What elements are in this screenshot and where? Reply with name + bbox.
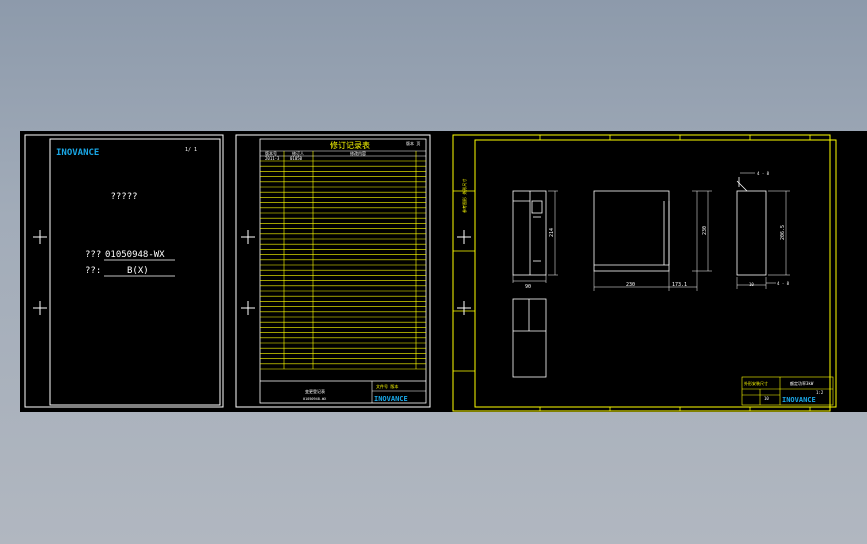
sheet-outline-border-ticks	[453, 135, 811, 411]
revision-title: 修订记录表	[330, 140, 370, 150]
revision-inner-frame	[259, 138, 427, 404]
title-block-right-label: 额定功率3kW	[790, 380, 814, 386]
dim-rear-hole-top: 4 - 8	[757, 171, 770, 176]
drive-rear-view	[736, 177, 767, 276]
revision-table-grid	[260, 150, 426, 403]
dim-rear-hole-bottom: 4 - 8	[777, 281, 790, 286]
dim-side-extra: 173.1	[672, 282, 687, 288]
sheet-cover: INOVANCE 1/ 1 ????? ??? 01050948-WX ??: …	[24, 134, 224, 408]
dim-front-height: 214	[549, 228, 555, 237]
sheet-outline-outer-frame	[452, 134, 831, 412]
revision-corner-label: 版本 页	[406, 140, 420, 146]
revision-footer-caption: 变更登记表	[305, 388, 325, 394]
sheet-revision: 修订记录表 版本 页 版本号 修订人 修改内容 2011-3 01050 变更登…	[235, 134, 431, 408]
dim-side-height: 230	[702, 226, 708, 235]
cad-drawing: INOVANCE 1/ 1 ????? ??? 01050948-WX ??: …	[24, 134, 837, 412]
side-dimension-lines	[593, 190, 712, 291]
cad-viewport[interactable]: INOVANCE 1/ 1 ????? ??? 01050948-WX ??: …	[20, 131, 867, 412]
dim-front-width: 90	[525, 284, 531, 290]
crosshair-icon	[241, 230, 255, 244]
crosshair-icon	[457, 230, 471, 244]
drive-side-view	[593, 190, 670, 272]
revision-footer-right: 文件号 版本	[376, 383, 398, 389]
cover-logo: INOVANCE	[56, 148, 99, 158]
cover-version-value: B(X)	[127, 266, 149, 276]
dim-rear-width: 10	[749, 282, 754, 287]
dim-rear-height: 206.5	[780, 225, 786, 240]
crosshair-icon	[457, 301, 471, 315]
drive-bottom-view	[512, 298, 547, 378]
sheet-cover-outer-frame	[24, 134, 224, 408]
dim-side-width: 230	[626, 282, 635, 288]
outline-side-label: 参考图形 外形尺寸	[461, 179, 467, 213]
drive-front-view	[512, 190, 547, 276]
revision-footer-code: 01050948-WX	[303, 397, 327, 401]
sheet-revision-outer-frame	[235, 134, 431, 408]
revision-footer-logo: INOVANCE	[374, 395, 408, 403]
cover-code-value: 01050948-WX	[105, 250, 165, 260]
title-block-scale: 1:2	[816, 390, 824, 395]
sheet-outline: 参考图形 外形尺寸 90 214 230 173.1 230 4 - 8 206…	[452, 134, 837, 412]
revision-first-row-author: 01050	[290, 156, 303, 161]
crosshair-icon	[241, 301, 255, 315]
revision-first-row-version: 2011-3	[265, 156, 280, 161]
crosshair-icon	[33, 301, 47, 315]
title-block-left-label: 外形安装尺寸	[744, 380, 768, 386]
cover-title: ?????	[110, 192, 137, 202]
cover-version-label: ??:	[85, 266, 101, 276]
sheet-outline-inner-frame	[474, 139, 837, 408]
title-block-sheet-no: 10	[764, 396, 769, 401]
cover-code-label: ???	[85, 250, 101, 260]
crosshair-icon	[33, 230, 47, 244]
title-block-logo: INOVANCE	[782, 396, 816, 404]
cover-page-mark: 1/ 1	[185, 147, 197, 153]
